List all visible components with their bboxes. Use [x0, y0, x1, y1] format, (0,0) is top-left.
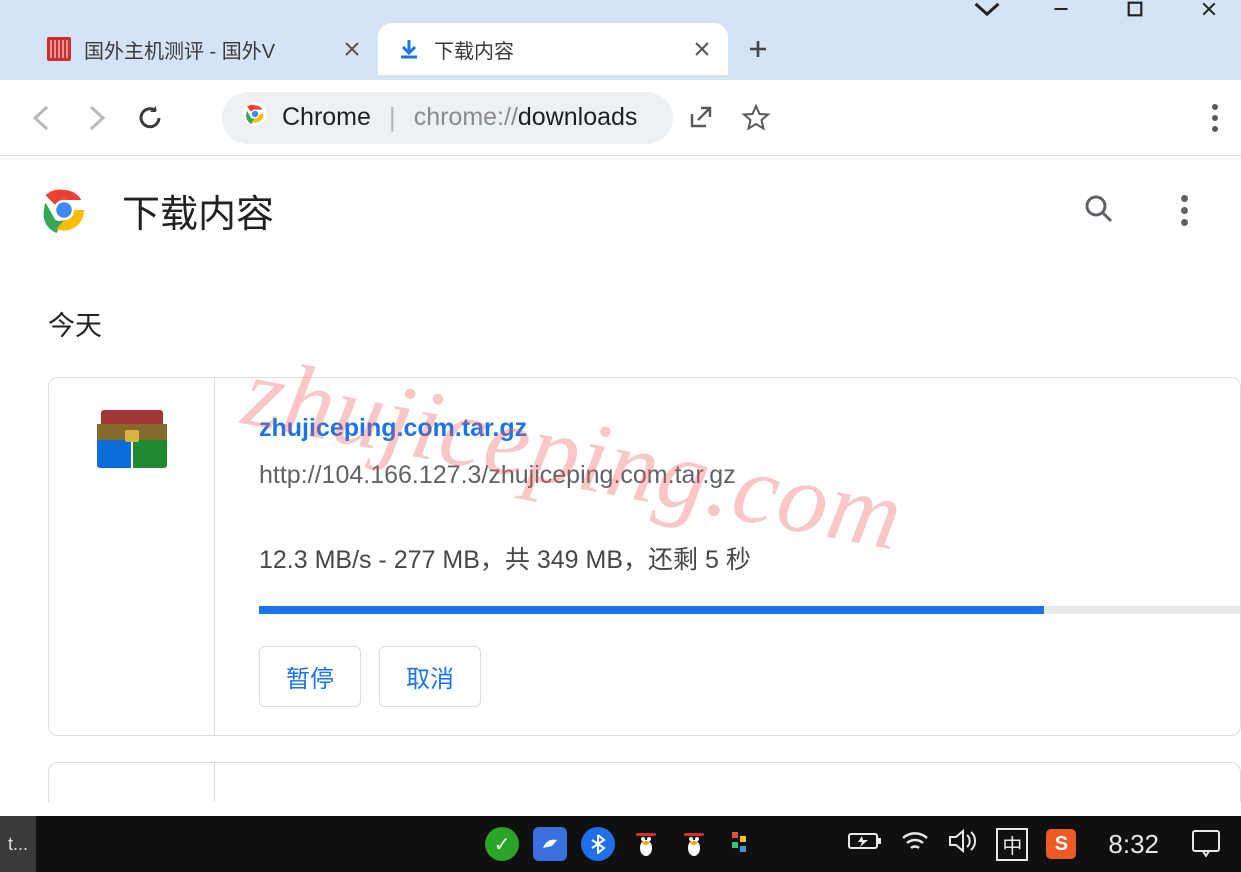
bird-app-icon[interactable] [533, 827, 567, 861]
chrome-small-icon [242, 101, 268, 134]
pause-button[interactable]: 暂停 [259, 646, 361, 707]
address-separator: | [389, 102, 396, 133]
window-maximize-button[interactable] [1121, 0, 1149, 18]
tab-title: 下载内容 [434, 35, 678, 64]
browser-menu-button[interactable] [1209, 98, 1221, 138]
section-label-today: 今天 [48, 304, 1241, 343]
favicon-red-icon [46, 36, 72, 62]
window-close-button[interactable] [1195, 0, 1223, 18]
tab-close-icon[interactable] [340, 37, 364, 61]
more-vert-icon[interactable] [1167, 193, 1201, 227]
downloads-content: 今天 zhujiceping.com.tar.gz http://104.166… [0, 264, 1241, 802]
download-file-icon-panel [49, 378, 215, 735]
cancel-button[interactable]: 取消 [379, 646, 481, 707]
download-card: zhujiceping.com.tar.gz http://104.166.12… [48, 377, 1241, 736]
penguin-icon-2[interactable] [677, 827, 711, 861]
window-minimize-button[interactable] [1047, 0, 1075, 18]
download-progress-fill [259, 606, 1044, 614]
page-header: 下载内容 [0, 156, 1241, 264]
page-title: 下载内容 [122, 183, 1049, 238]
sogou-ime-icon[interactable]: S [1046, 829, 1076, 859]
taskbar: t... ✓ 中 S 8:32 [0, 816, 1241, 872]
tab-title: 国外主机测评 - 国外V [84, 35, 328, 64]
reload-button[interactable] [128, 96, 172, 140]
taskbar-app-button[interactable]: t... [0, 816, 36, 872]
address-url: chrome://downloads [414, 103, 638, 132]
archive-icon [97, 410, 167, 468]
notifications-icon[interactable] [1191, 829, 1221, 859]
download-progress [259, 606, 1240, 614]
shield-check-icon[interactable]: ✓ [485, 827, 519, 861]
window-controls [973, 0, 1235, 18]
download-arrow-icon [396, 36, 422, 62]
window-dropdown-icon[interactable] [973, 0, 1001, 18]
forward-button[interactable] [74, 96, 118, 140]
share-icon[interactable] [683, 101, 717, 135]
taskbar-clock[interactable]: 8:32 [1108, 829, 1159, 860]
new-tab-button[interactable] [738, 29, 778, 69]
download-status: 12.3 MB/s - 277 MB，共 349 MB，还剩 5 秒 [259, 540, 1240, 576]
taskbar-tray: ✓ [36, 827, 848, 861]
toolbar-actions [683, 101, 773, 135]
search-icon[interactable] [1083, 193, 1117, 227]
window-titlebar [0, 0, 1241, 18]
browser-toolbar: Chrome | chrome://downloads [0, 80, 1241, 156]
battery-icon[interactable] [848, 830, 882, 858]
color-grid-icon[interactable] [725, 827, 759, 861]
bookmark-star-icon[interactable] [739, 101, 773, 135]
penguin-icon-1[interactable] [629, 827, 663, 861]
download-filename[interactable]: zhujiceping.com.tar.gz [259, 414, 1240, 443]
download-card-collapsed [48, 762, 1241, 802]
taskbar-right: 中 S 8:32 [848, 828, 1241, 861]
chrome-logo-icon [40, 186, 88, 234]
tab-strip: 国外主机测评 - 国外V 下载内容 [0, 18, 1241, 80]
bluetooth-icon[interactable] [581, 827, 615, 861]
back-button[interactable] [20, 96, 64, 140]
download-url: http://104.166.127.3/zhujiceping.com.tar… [259, 461, 1240, 490]
ime-indicator[interactable]: 中 [996, 828, 1028, 861]
volume-icon[interactable] [948, 828, 978, 860]
tab-active[interactable]: 下载内容 [378, 23, 728, 75]
downloads-page: zhujiceping.com 下载内容 今天 zhujiceping.com.… [0, 156, 1241, 816]
tab-inactive[interactable]: 国外主机测评 - 国外V [28, 23, 378, 75]
tab-close-icon[interactable] [690, 37, 714, 61]
wifi-icon[interactable] [900, 829, 930, 859]
address-bar[interactable]: Chrome | chrome://downloads [222, 92, 673, 144]
address-prefix: Chrome [282, 103, 371, 132]
